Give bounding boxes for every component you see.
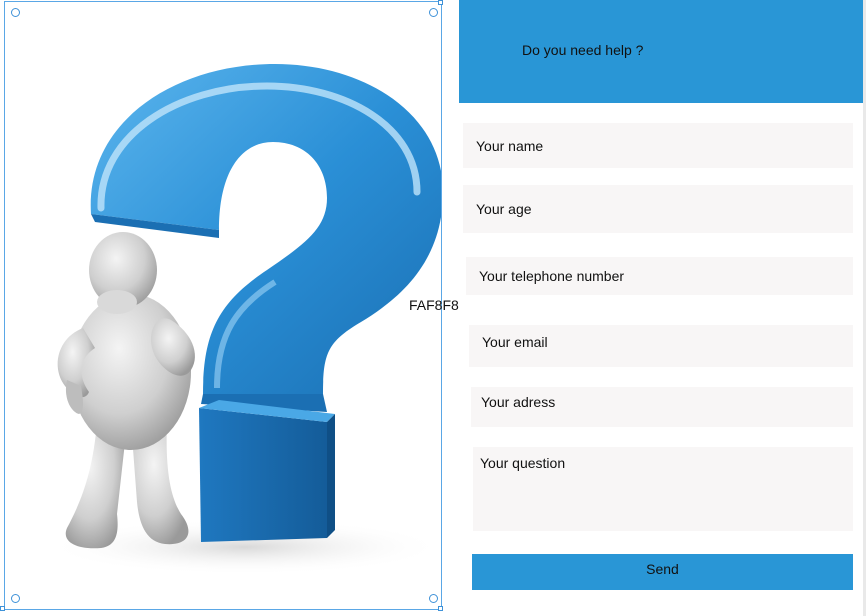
- send-button[interactable]: Send: [472, 554, 853, 590]
- age-field[interactable]: Your age: [463, 185, 853, 233]
- question-placeholder: Your question: [480, 455, 566, 471]
- help-header: Do you need help ?: [459, 0, 863, 103]
- resize-handle-top-right[interactable]: [429, 8, 438, 17]
- help-illustration-frame[interactable]: [4, 1, 442, 610]
- address-field[interactable]: Your adress: [471, 387, 853, 427]
- address-placeholder: Your adress: [481, 394, 556, 410]
- question-mark-figure-illustration: [45, 64, 441, 575]
- telephone-placeholder: Your telephone number: [479, 268, 625, 284]
- resize-handle-top-left[interactable]: [11, 8, 20, 17]
- question-textarea[interactable]: Your question: [473, 447, 853, 531]
- name-placeholder: Your name: [476, 137, 544, 154]
- email-field[interactable]: Your email: [469, 325, 853, 367]
- send-button-label: Send: [646, 561, 679, 577]
- name-field[interactable]: Your name: [463, 123, 853, 168]
- email-placeholder: Your email: [482, 334, 548, 350]
- selection-corner-bottom-left[interactable]: [0, 606, 5, 611]
- resize-handle-bottom-right[interactable]: [429, 594, 438, 603]
- canvas-color-label: FAF8F8: [409, 297, 459, 313]
- telephone-field[interactable]: Your telephone number: [466, 257, 853, 295]
- selection-corner-bottom-right[interactable]: [438, 606, 443, 611]
- selection-corner-top-right[interactable]: [438, 0, 443, 5]
- thinking-figure: [57, 232, 195, 549]
- page-title: Do you need help ?: [522, 42, 644, 58]
- resize-handle-bottom-left[interactable]: [11, 594, 20, 603]
- age-placeholder: Your age: [476, 201, 532, 217]
